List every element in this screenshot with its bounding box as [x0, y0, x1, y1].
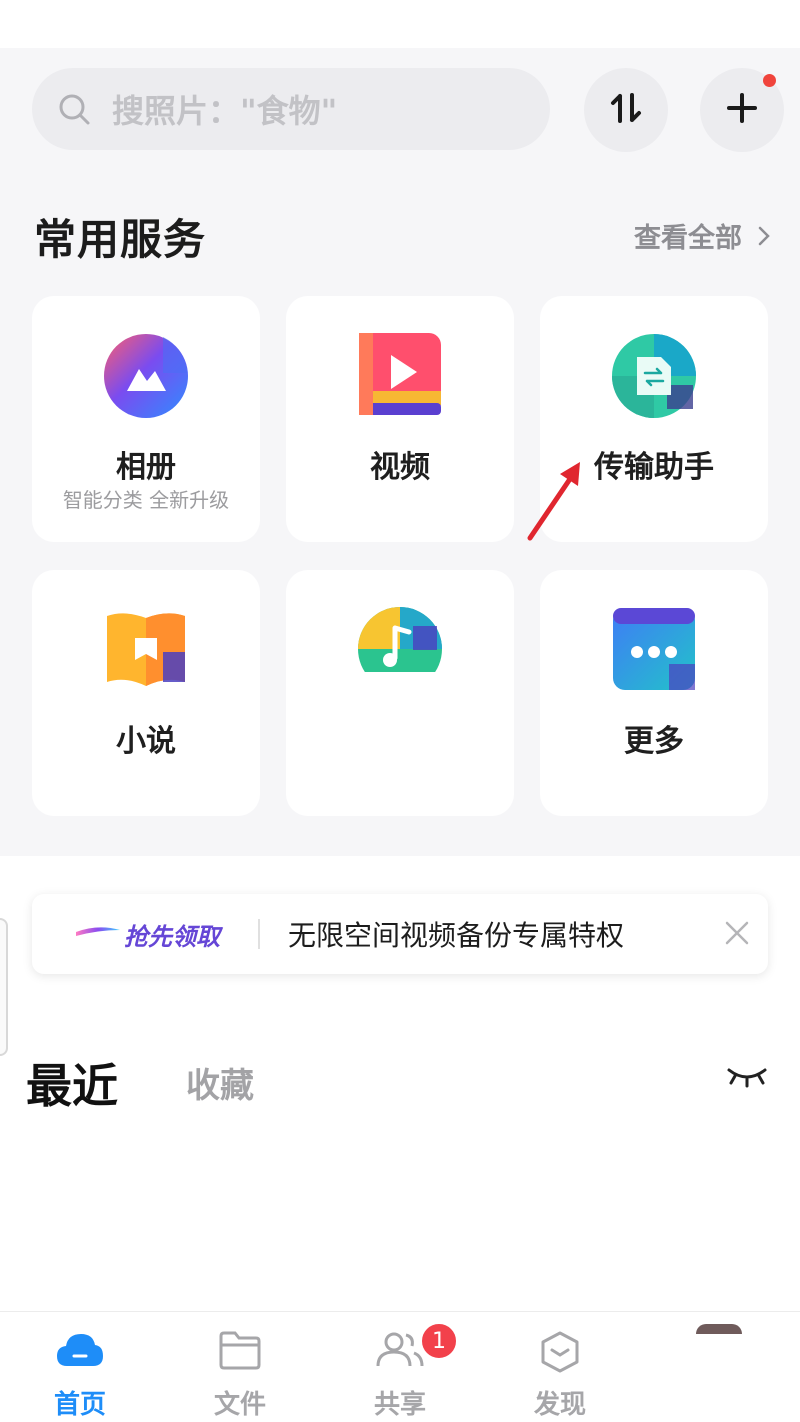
banner-text: 无限空间视频备份专属特权 — [288, 919, 625, 952]
service-label: 更多 — [624, 724, 684, 759]
discover-icon — [539, 1330, 581, 1378]
tab-recent[interactable]: 最近 — [26, 1050, 118, 1116]
search-bar[interactable]: 搜照片："食物" — [32, 68, 550, 150]
edge-handle[interactable] — [0, 918, 8, 1056]
eye-closed-icon[interactable] — [726, 1064, 768, 1092]
nav-discover[interactable]: 发现 — [480, 1312, 640, 1422]
notification-dot — [763, 74, 776, 87]
service-label: 小说 — [116, 724, 176, 759]
service-card-music[interactable] — [286, 570, 514, 816]
service-card-video[interactable]: 视频 — [286, 296, 514, 542]
avatar[interactable] — [696, 1324, 742, 1334]
service-card-novel[interactable]: 小说 — [32, 570, 260, 816]
nav-share[interactable]: 共享 — [320, 1312, 480, 1422]
swoosh-icon — [76, 924, 120, 944]
nav-label: 文件 — [213, 1390, 266, 1420]
home-cloud-icon — [55, 1330, 105, 1372]
promo-banner[interactable]: 抢先领取 无限空间视频备份专属特权 — [32, 894, 768, 974]
more-icon — [613, 608, 695, 694]
novel-icon — [105, 608, 187, 694]
nav-home[interactable]: 首页 — [0, 1312, 160, 1422]
share-badge: 1 — [420, 1322, 458, 1360]
nav-label: 共享 — [373, 1390, 426, 1420]
sort-up-down-icon — [610, 91, 642, 129]
nav-label: 发现 — [533, 1390, 586, 1420]
banner-divider — [258, 919, 260, 949]
service-card-more[interactable]: 更多 — [540, 570, 768, 816]
section-title: 常用服务 — [34, 215, 207, 264]
video-icon — [359, 333, 441, 419]
tab-favorites[interactable]: 收藏 — [186, 1058, 254, 1107]
service-label: 相册 — [116, 450, 176, 485]
nav-files[interactable]: 文件 — [160, 1312, 320, 1422]
view-all-label: 查看全部 — [634, 223, 742, 254]
folder-icon — [218, 1330, 262, 1374]
add-button[interactable] — [700, 68, 784, 152]
close-icon[interactable] — [724, 920, 750, 950]
service-card-album[interactable]: 相册 智能分类 全新升级 — [32, 296, 260, 542]
share-people-icon — [374, 1330, 426, 1374]
service-label: 视频 — [370, 450, 430, 485]
service-sublabel: 智能分类 全新升级 — [62, 488, 230, 512]
search-icon — [56, 91, 92, 127]
red-arrow-icon — [520, 456, 590, 550]
album-icon — [103, 333, 189, 423]
view-all-link[interactable]: 查看全部 — [634, 216, 770, 255]
promo-badge: 抢先领取 — [76, 917, 220, 952]
bottom-nav: 首页 文件 共享 发现 — [0, 1311, 800, 1422]
sort-button[interactable] — [584, 68, 668, 152]
nav-label: 首页 — [53, 1390, 106, 1420]
search-placeholder: 搜照片："食物" — [112, 92, 338, 130]
promo-label: 抢先领取 — [124, 922, 220, 951]
chevron-right-icon — [758, 226, 770, 246]
plus-icon — [726, 92, 758, 128]
transfer-assistant-icon — [611, 333, 697, 423]
music-icon — [357, 606, 443, 676]
